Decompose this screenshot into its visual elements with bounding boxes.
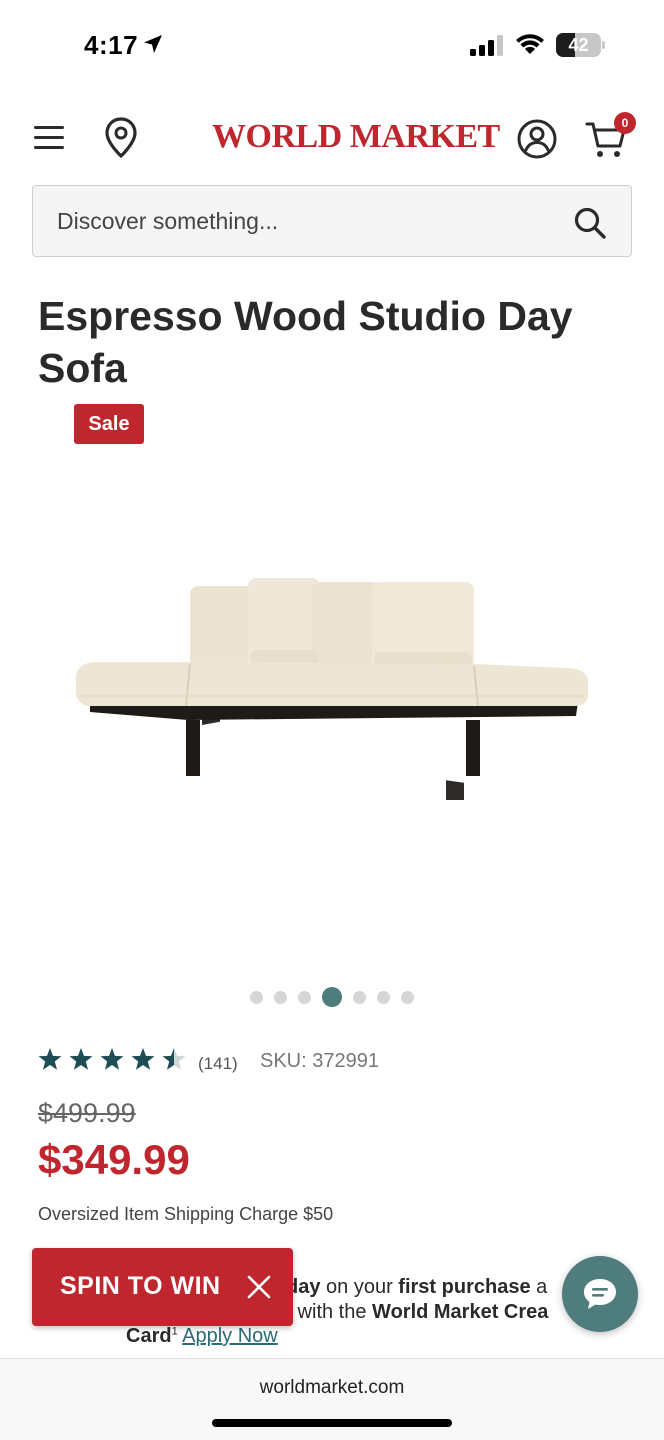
product-image[interactable] xyxy=(60,560,604,800)
store-locator-button[interactable] xyxy=(102,116,140,160)
location-pin-icon xyxy=(105,117,137,159)
spin-to-win-label: SPIN TO WIN xyxy=(60,1272,221,1300)
menu-icon xyxy=(34,126,64,149)
battery-icon: 42 xyxy=(556,33,606,57)
promo-line2: Card1 Apply Now xyxy=(126,1325,278,1348)
product-sku: SKU: 372991 xyxy=(260,1050,379,1072)
spin-to-win-button[interactable]: SPIN TO WIN xyxy=(32,1248,293,1326)
url-text[interactable]: worldmarket.com xyxy=(0,1377,664,1399)
status-bar: 4:17 42 xyxy=(0,0,664,92)
promo-brand: World Market Crea xyxy=(372,1301,549,1323)
chat-bubble-icon xyxy=(584,1279,616,1309)
sale-price: $349.99 xyxy=(38,1136,190,1183)
promo-line1-tail: with the xyxy=(292,1301,373,1323)
promo-card: Card xyxy=(126,1325,172,1347)
home-indicator[interactable] xyxy=(212,1419,452,1427)
search-input[interactable] xyxy=(57,186,567,256)
close-icon[interactable] xyxy=(246,1274,272,1300)
search-icon[interactable] xyxy=(573,206,607,240)
site-header: WORLD MARKET xyxy=(0,100,664,176)
apply-now-link[interactable]: Apply Now xyxy=(182,1325,278,1347)
product-title: Espresso Wood Studio Day Sofa xyxy=(38,293,573,391)
carousel-dot[interactable] xyxy=(353,990,366,1004)
star-rating[interactable] xyxy=(38,1046,188,1074)
carousel-dot[interactable] xyxy=(322,987,342,1007)
star-filled-icon xyxy=(100,1048,124,1070)
search-bar xyxy=(32,185,632,257)
account-icon xyxy=(517,119,557,159)
location-arrow-icon xyxy=(144,35,162,53)
world-market-logo[interactable]: WORLD MARKET xyxy=(212,118,500,156)
cart-count-badge: 0 xyxy=(614,112,636,134)
carousel-dot[interactable] xyxy=(274,990,287,1004)
battery-level: 42 xyxy=(568,35,589,55)
sale-badge: Sale xyxy=(74,404,144,444)
signal-icon xyxy=(470,35,503,56)
shipping-note: Oversized Item Shipping Charge $50 xyxy=(38,1204,334,1224)
status-time: 4:17 xyxy=(84,30,139,60)
image-carousel-dots xyxy=(0,986,664,1008)
review-count[interactable]: (141) xyxy=(198,1054,238,1074)
promo-line1-suffix: a xyxy=(530,1276,548,1298)
star-filled-icon xyxy=(38,1048,62,1070)
browser-address-bar: worldmarket.com xyxy=(0,1358,664,1440)
carousel-dot[interactable] xyxy=(377,990,390,1004)
carousel-dot[interactable] xyxy=(250,990,263,1004)
star-filled-icon xyxy=(131,1048,155,1070)
star-filled-icon xyxy=(69,1048,93,1070)
original-price: $499.99 xyxy=(38,1098,136,1128)
account-button[interactable] xyxy=(516,118,558,160)
promo-line1-mid: on your xyxy=(320,1276,399,1298)
carousel-dot[interactable] xyxy=(298,990,311,1004)
chat-button[interactable] xyxy=(562,1256,638,1332)
menu-button[interactable] xyxy=(32,122,68,154)
promo-line1-bold: first purchase xyxy=(398,1276,531,1298)
rating-row: (141) SKU: 372991 xyxy=(38,1044,458,1076)
wifi-icon xyxy=(516,34,544,54)
promo-footnote: 1 xyxy=(171,1325,178,1338)
carousel-dot[interactable] xyxy=(401,990,414,1004)
